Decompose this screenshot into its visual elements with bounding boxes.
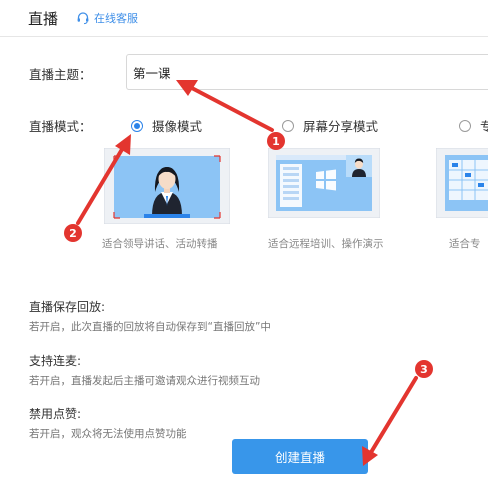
annotation-badge-1: 1 bbox=[272, 135, 280, 148]
camera-mode-label: 摄像模式 bbox=[152, 119, 203, 134]
save-replay-title: 直播保存回放: bbox=[29, 300, 106, 314]
topic-input[interactable] bbox=[126, 54, 488, 90]
screen-share-mode-label: 屏幕分享模式 bbox=[303, 119, 379, 134]
camera-mode-caption: 适合领导讲话、活动转播 bbox=[102, 238, 218, 250]
annotation-arrow-3: 3 bbox=[362, 360, 433, 466]
screen-share-mode-thumbnail[interactable] bbox=[268, 148, 380, 218]
co-streaming-desc: 若开启，直播发起后主播可邀请观众进行视频互动 bbox=[29, 375, 260, 387]
annotation-arrow-1: 1 bbox=[176, 80, 285, 150]
camera-mode-radio[interactable] bbox=[131, 119, 143, 132]
co-streaming-title: 支持连麦: bbox=[29, 354, 82, 368]
camera-mode-thumbnail[interactable] bbox=[104, 148, 230, 224]
screen-share-mode-caption: 适合远程培训、操作演示 bbox=[268, 238, 384, 250]
create-live-button[interactable]: 创建直播 bbox=[232, 439, 368, 474]
mode-option-third[interactable]: 专 bbox=[459, 116, 488, 135]
disable-likes-desc: 若开启，观众将无法使用点赞功能 bbox=[29, 428, 187, 440]
screen-share-mode-radio[interactable] bbox=[282, 119, 294, 132]
third-mode-radio[interactable] bbox=[459, 119, 471, 132]
third-mode-label: 专 bbox=[480, 119, 488, 134]
mode-option-screen-share[interactable]: 屏幕分享模式 bbox=[282, 116, 378, 135]
header-bar: 直播 在线客服 bbox=[0, 0, 488, 37]
online-support-link[interactable]: 在线客服 bbox=[76, 10, 138, 26]
save-replay-desc: 若开启，此次直播的回放将自动保存到“直播回放”中 bbox=[29, 321, 271, 333]
online-support-label: 在线客服 bbox=[94, 12, 138, 25]
disable-likes-title: 禁用点赞: bbox=[29, 407, 82, 421]
mode-option-camera[interactable]: 摄像模式 bbox=[131, 116, 202, 135]
third-mode-thumbnail[interactable] bbox=[436, 148, 488, 218]
page-title: 直播 bbox=[28, 10, 59, 28]
topic-label: 直播主题： bbox=[29, 67, 92, 82]
mode-label: 直播模式： bbox=[29, 119, 92, 134]
headset-icon bbox=[77, 12, 89, 25]
annotation-badge-3: 3 bbox=[420, 363, 428, 376]
third-mode-caption: 适合专 bbox=[449, 238, 481, 250]
annotation-badge-2: 2 bbox=[69, 227, 77, 240]
